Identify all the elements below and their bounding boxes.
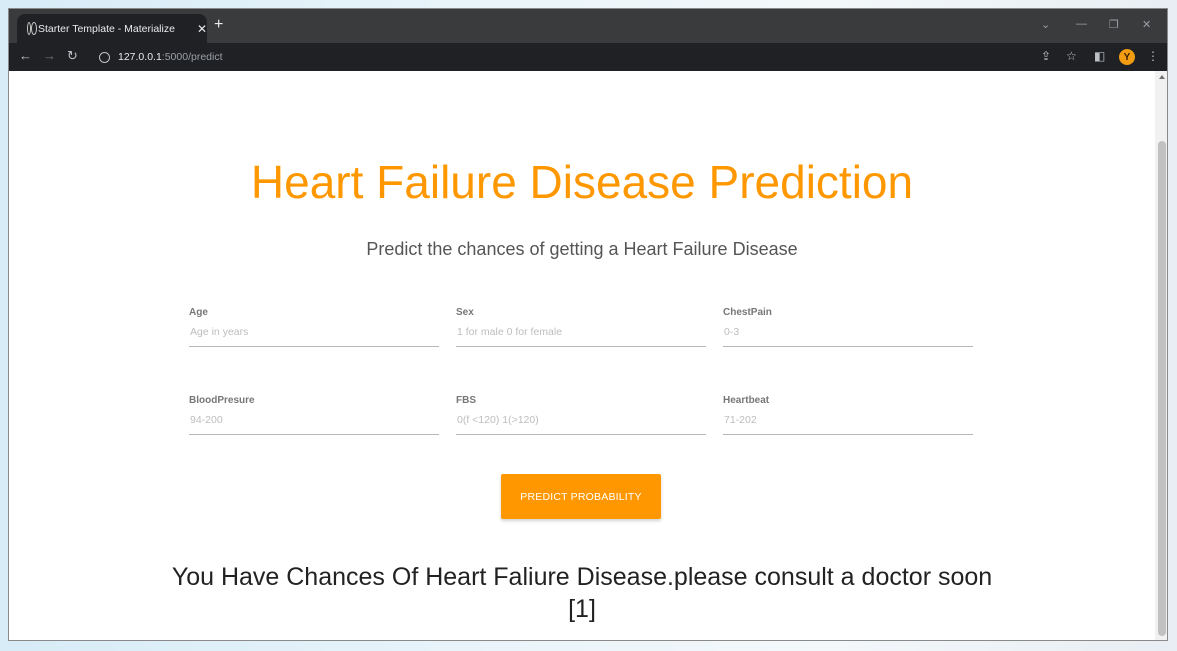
reload-icon[interactable]: ↻: [67, 48, 78, 64]
age-input[interactable]: [189, 324, 439, 347]
restore-icon[interactable]: ❐: [1109, 18, 1119, 31]
bookmark-star-icon[interactable]: ☆: [1066, 48, 1077, 64]
address-bar[interactable]: 127.0.0.1:5000/predict: [95, 46, 1035, 68]
back-arrow-icon[interactable]: ←: [19, 48, 32, 64]
bloodpressure-input[interactable]: [189, 412, 439, 435]
forward-arrow-icon[interactable]: →: [43, 48, 56, 64]
browser-window: Starter Template - Materialize ✕ + ⌄ — ❐…: [8, 8, 1168, 641]
heartbeat-label: Heartbeat: [723, 395, 770, 406]
site-info-icon[interactable]: [99, 51, 110, 63]
minimize-icon[interactable]: —: [1076, 18, 1087, 30]
tab-title: Starter Template - Materialize: [37, 22, 175, 35]
age-field: Age: [189, 307, 439, 347]
bloodpressure-field: BloodPresure: [189, 395, 439, 435]
new-tab-button[interactable]: +: [214, 17, 223, 33]
browser-tab[interactable]: Starter Template - Materialize ✕: [17, 14, 207, 43]
globe-icon: [27, 22, 37, 35]
fbs-field: FBS: [456, 395, 706, 435]
page-title: Heart Failure Disease Prediction: [250, 156, 914, 208]
chestpain-label: ChestPain: [723, 307, 772, 318]
sex-label: Sex: [456, 307, 474, 318]
menu-kebab-icon[interactable]: ⋮: [1147, 48, 1159, 64]
side-panel-icon[interactable]: ◧: [1094, 48, 1105, 64]
share-icon[interactable]: ⇪: [1041, 48, 1051, 64]
browser-toolbar: ← → ↻ 127.0.0.1:5000/predict ⇪ ☆ ◧ Y ⋮: [9, 43, 1167, 71]
page-subtitle: Predict the chances of getting a Heart F…: [366, 239, 798, 259]
vertical-scrollbar[interactable]: [1155, 71, 1167, 640]
tab-close-icon[interactable]: ✕: [197, 22, 207, 36]
url-host: 127.0.0.1: [118, 51, 162, 63]
fbs-input[interactable]: [456, 412, 706, 435]
close-window-icon[interactable]: ✕: [1142, 18, 1151, 31]
sex-input[interactable]: [456, 324, 706, 347]
chestpain-input[interactable]: [723, 324, 973, 347]
chestpain-field: ChestPain: [723, 307, 973, 347]
url-path: :5000/predict: [161, 51, 223, 63]
fbs-label: FBS: [456, 395, 476, 406]
age-label: Age: [189, 307, 208, 318]
prediction-result-text: You Have Chances Of Heart Faliure Diseas…: [171, 563, 993, 623]
heartbeat-field: Heartbeat: [723, 395, 973, 435]
profile-avatar[interactable]: Y: [1119, 49, 1135, 65]
page-viewport: Heart Failure Disease Prediction Predict…: [9, 71, 1155, 640]
predict-probability-button[interactable]: PREDICT PROBABILITY: [501, 474, 661, 519]
scrollbar-thumb[interactable]: [1158, 141, 1166, 636]
bloodpressure-label: BloodPresure: [189, 395, 255, 406]
scroll-up-arrow-icon[interactable]: [1159, 75, 1165, 79]
sex-field: Sex: [456, 307, 706, 347]
tab-search-icon[interactable]: ⌄: [1041, 18, 1050, 31]
heartbeat-input[interactable]: [723, 412, 973, 435]
browser-titlebar: Starter Template - Materialize ✕ + ⌄ — ❐…: [9, 9, 1167, 43]
